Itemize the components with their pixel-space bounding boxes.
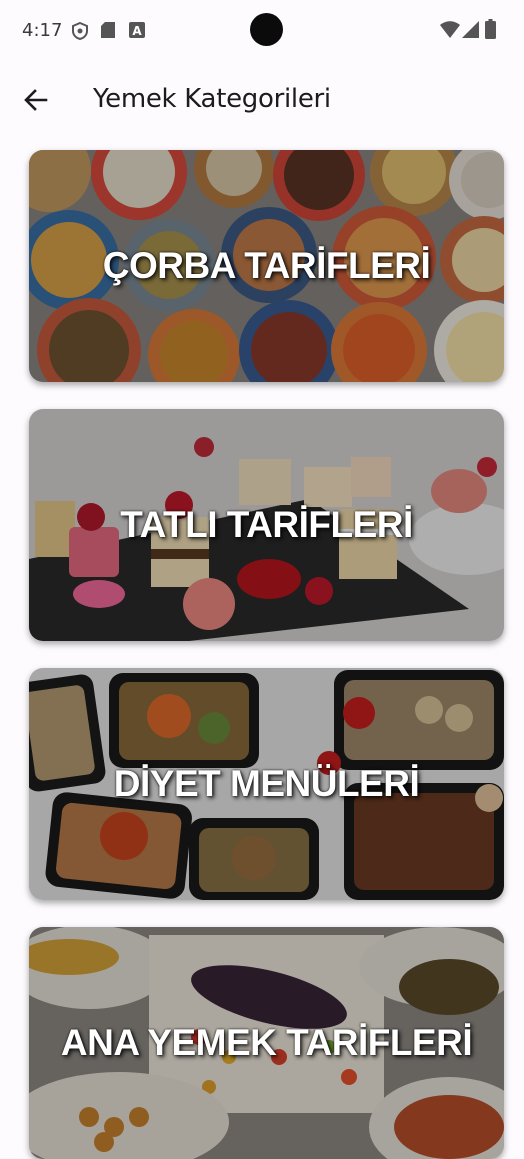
wifi-icon bbox=[440, 21, 460, 38]
front-camera bbox=[250, 13, 283, 46]
app-bar: Yemek Kategorileri bbox=[0, 62, 524, 138]
category-label: TATLI TARİFLERİ bbox=[120, 504, 413, 545]
category-card-desserts[interactable]: TATLI TARİFLERİ bbox=[29, 409, 504, 641]
status-time: 4:17 bbox=[22, 20, 63, 41]
status-bar: 4:17 A bbox=[0, 0, 524, 62]
category-label: ÇORBA TARİFLERİ bbox=[102, 245, 431, 286]
arrow-back-icon[interactable] bbox=[20, 84, 52, 116]
a-icon: A bbox=[129, 22, 145, 38]
category-card-soups[interactable]: ÇORBA TARİFLERİ bbox=[29, 150, 504, 382]
category-card-diet[interactable]: DİYET MENÜLERİ bbox=[29, 668, 504, 900]
category-label: DİYET MENÜLERİ bbox=[113, 763, 420, 804]
category-card-main-dishes[interactable]: ANA YEMEK TARİFLERİ bbox=[29, 927, 504, 1159]
category-label: ANA YEMEK TARİFLERİ bbox=[60, 1022, 473, 1063]
svg-text:A: A bbox=[132, 24, 142, 38]
sd-card-icon bbox=[101, 22, 115, 38]
signal-icon bbox=[462, 21, 479, 38]
battery-icon bbox=[485, 19, 496, 39]
page-title: Yemek Kategorileri bbox=[93, 84, 331, 114]
shield-icon bbox=[72, 22, 88, 40]
